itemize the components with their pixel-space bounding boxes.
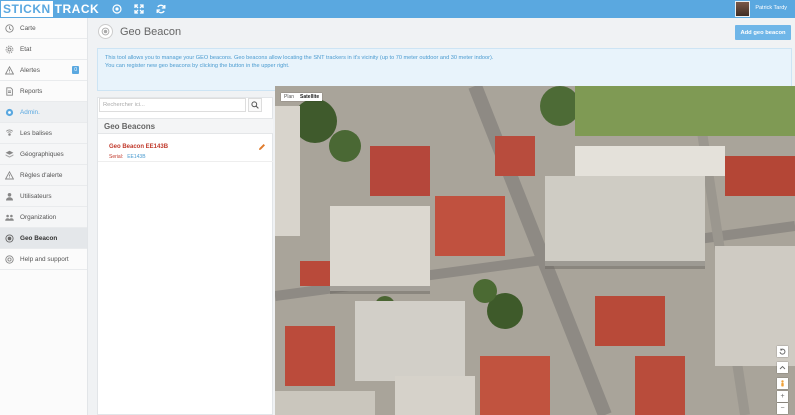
main-content: Geo Beacon Add geo beacon This tool allo… bbox=[89, 18, 795, 415]
sidebar-item-label: Règles d'alerte bbox=[20, 171, 63, 179]
logo-part1: STICKN bbox=[1, 1, 53, 17]
list-title: Geo Beacons bbox=[98, 118, 273, 134]
list-item[interactable]: Geo Beacon EE143B Serial: EE143B bbox=[98, 136, 273, 162]
sidebar-item-label: Admin. bbox=[20, 108, 40, 116]
sidebar-item-etat[interactable]: Etat bbox=[0, 39, 87, 60]
page-header: Geo Beacon Add geo beacon bbox=[89, 18, 795, 46]
beacon-icon bbox=[98, 24, 113, 39]
avatar[interactable] bbox=[735, 1, 750, 17]
sidebar-item-label: Carte bbox=[20, 24, 36, 32]
pegman-icon bbox=[781, 380, 784, 387]
sidebar-item-label: Utilisateurs bbox=[20, 192, 52, 200]
sidebar: Carte Etat Alertes 0 Reports Admin. Les … bbox=[0, 18, 88, 415]
serial-value: EE143B bbox=[127, 154, 146, 160]
lifebuoy-icon bbox=[5, 254, 14, 264]
sidebar-item-geographiques[interactable]: Géographiques bbox=[0, 144, 87, 165]
sidebar-item-label: Géographiques bbox=[20, 150, 64, 158]
gear-icon bbox=[5, 45, 14, 54]
beacon-name[interactable]: Geo Beacon EE143B bbox=[109, 144, 168, 150]
page-title: Geo Beacon bbox=[120, 26, 182, 38]
pencil-icon[interactable] bbox=[258, 143, 266, 151]
sidebar-item-label: Help and support bbox=[20, 255, 69, 263]
beacon-list-panel: Rechercher ici... Geo Beacons Geo Beacon… bbox=[97, 97, 273, 415]
app-logo[interactable]: STICKN TRACK bbox=[0, 0, 99, 18]
map-type-toggle: Plan Satellite bbox=[281, 93, 323, 101]
cogs-icon bbox=[5, 108, 14, 117]
sidebar-item-carte[interactable]: Carte bbox=[0, 18, 87, 39]
search-input[interactable]: Rechercher ici... bbox=[99, 98, 246, 112]
signal-icon bbox=[5, 129, 14, 138]
map-satellite-button[interactable]: Satellite bbox=[297, 93, 322, 101]
group-icon bbox=[5, 213, 14, 222]
target-icon[interactable] bbox=[111, 4, 122, 15]
layers-icon bbox=[5, 150, 14, 159]
tilt-icon bbox=[779, 365, 786, 370]
clock-icon bbox=[5, 23, 14, 33]
zoom-out-button[interactable]: − bbox=[777, 403, 788, 414]
search-button[interactable] bbox=[248, 98, 262, 112]
logo-part2: TRACK bbox=[54, 2, 100, 16]
info-text-line2: You can register new geo beacons by clic… bbox=[105, 63, 290, 69]
beacon-serial: Serial: EE143B bbox=[109, 154, 146, 160]
sidebar-item-label: Reports bbox=[20, 87, 43, 95]
tilt-button[interactable] bbox=[777, 362, 788, 373]
user-name[interactable]: Patrick Tardy bbox=[755, 5, 787, 11]
sidebar-item-alertes[interactable]: Alertes 0 bbox=[0, 60, 87, 81]
rotate-button[interactable] bbox=[777, 346, 788, 357]
sidebar-item-utilisateurs[interactable]: Utilisateurs bbox=[0, 186, 87, 207]
expand-icon[interactable] bbox=[133, 4, 144, 15]
document-icon bbox=[5, 86, 14, 96]
top-bar: STICKN TRACK Patrick Tardy bbox=[0, 0, 795, 18]
warning-icon bbox=[5, 65, 14, 75]
alert-count-badge: 0 bbox=[72, 66, 79, 74]
user-icon bbox=[5, 192, 14, 201]
map-plan-button[interactable]: Plan bbox=[281, 93, 297, 101]
sidebar-item-help[interactable]: Help and support bbox=[0, 249, 87, 270]
street-view-button[interactable] bbox=[777, 378, 788, 389]
add-geo-beacon-button[interactable]: Add geo beacon bbox=[735, 25, 791, 40]
sidebar-item-les-balises[interactable]: Les balises bbox=[0, 123, 87, 144]
sidebar-item-organization[interactable]: Organization bbox=[0, 207, 87, 228]
sidebar-item-label: Organization bbox=[20, 213, 57, 221]
info-text-line1: This tool allows you to manage your GEO … bbox=[105, 55, 494, 61]
info-box: This tool allows you to manage your GEO … bbox=[97, 48, 792, 91]
rotate-icon bbox=[779, 348, 786, 355]
zoom-in-button[interactable]: + bbox=[777, 391, 788, 402]
serial-label: Serial: bbox=[109, 154, 124, 160]
sidebar-item-regles-alerte[interactable]: Règles d'alerte bbox=[0, 165, 87, 186]
refresh-icon[interactable] bbox=[155, 4, 166, 15]
search-icon bbox=[251, 101, 259, 109]
sidebar-item-reports[interactable]: Reports bbox=[0, 81, 87, 102]
sidebar-item-label: Les balises bbox=[20, 129, 52, 137]
sidebar-item-admin[interactable]: Admin. bbox=[0, 102, 87, 123]
warning-icon bbox=[5, 170, 14, 180]
beacon-icon bbox=[5, 233, 14, 243]
satellite-map[interactable]: Plan Satellite + − bbox=[275, 86, 795, 415]
sidebar-item-label: Geo Beacon bbox=[20, 234, 58, 242]
map-imagery bbox=[275, 86, 795, 415]
sidebar-item-label: Etat bbox=[20, 45, 32, 53]
sidebar-item-geo-beacon[interactable]: Geo Beacon bbox=[0, 228, 87, 249]
sidebar-item-label: Alertes bbox=[20, 66, 40, 74]
